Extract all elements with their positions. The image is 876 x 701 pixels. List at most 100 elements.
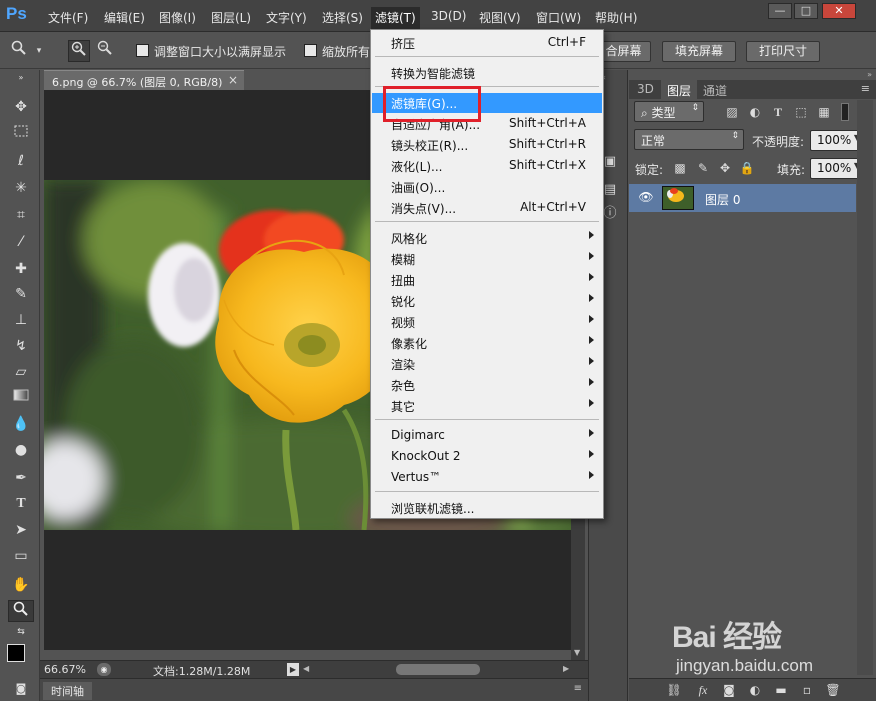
horizontal-scrollbar-thumb[interactable] — [396, 664, 480, 675]
menu-item-browse-filters-online[interactable]: 浏览联机滤镜... — [372, 498, 602, 518]
menu-3d[interactable]: 3D(D) — [431, 9, 466, 27]
fill-input[interactable]: 100% ▼ — [810, 158, 864, 179]
quick-mask-icon[interactable]: ◙ — [8, 678, 34, 700]
tab-close-icon[interactable]: × — [228, 73, 238, 87]
add-mask-icon[interactable]: ◙ — [721, 682, 737, 698]
collapse-panel-icon[interactable]: » — [867, 70, 872, 79]
tab-channels[interactable]: 通道 — [697, 80, 733, 99]
type-tool-icon[interactable]: T — [8, 493, 34, 515]
document-tab[interactable]: 6.png @ 66.7% (图层 0, RGB/8) × — [44, 70, 244, 90]
toolbox-collapse-icon[interactable]: » — [8, 74, 34, 82]
healing-brush-tool-icon[interactable]: ✚ — [8, 258, 34, 280]
brush-tool-icon[interactable]: ✎ — [8, 283, 34, 305]
filter-toggle-switch[interactable] — [841, 103, 849, 121]
menu-layer[interactable]: 图层(L) — [211, 9, 251, 27]
tab-layers[interactable]: 图层 — [661, 80, 698, 99]
eraser-tool-icon[interactable]: ▱ — [8, 361, 34, 383]
filter-adjustment-icon[interactable]: ◐ — [747, 104, 763, 120]
menu-item-distort[interactable]: 扭曲 — [372, 270, 602, 290]
zoom-tool-preset-icon[interactable] — [8, 40, 30, 62]
menu-item-knockout[interactable]: KnockOut 2 — [372, 447, 602, 467]
history-brush-tool-icon[interactable]: ↯ — [8, 335, 34, 357]
menu-item-digimarc[interactable]: Digimarc — [372, 426, 602, 446]
adjustment-layer-icon[interactable]: ◐ — [747, 682, 763, 698]
scroll-down-icon[interactable]: ▼ — [574, 648, 580, 657]
scroll-right-icon[interactable]: ▶ — [563, 664, 569, 673]
menu-item-stylize[interactable]: 风格化 — [372, 228, 602, 248]
zoom-in-icon[interactable] — [68, 40, 90, 62]
layer-style-icon[interactable]: fx — [695, 682, 711, 698]
menu-item-other[interactable]: 其它 — [372, 396, 602, 416]
opacity-input[interactable]: 100% ▼ — [810, 130, 864, 151]
new-group-icon[interactable]: ▬ — [773, 682, 789, 698]
menu-image[interactable]: 图像(I) — [159, 9, 196, 27]
maximize-button[interactable]: □ — [794, 3, 818, 19]
foreground-color-swatch[interactable] — [7, 644, 25, 662]
menu-item-pixelate[interactable]: 像素化 — [372, 333, 602, 353]
layer-name[interactable]: 图层 0 — [705, 191, 740, 208]
lock-image-icon[interactable]: ✎ — [695, 160, 711, 176]
resize-windows-checkbox[interactable] — [136, 44, 149, 57]
menu-item-vertus[interactable]: Vertus™ — [372, 468, 602, 488]
menu-item-vanishing-point[interactable]: 消失点(V)... Alt+Ctrl+V — [372, 198, 602, 218]
menu-filter[interactable]: 滤镜(T) — [371, 7, 420, 29]
menu-type[interactable]: 文字(Y) — [266, 9, 307, 27]
tab-3d[interactable]: 3D — [631, 80, 660, 99]
blur-tool-icon[interactable]: 💧 — [8, 413, 34, 435]
dodge-tool-icon[interactable]: ● — [8, 439, 34, 461]
timeline-tab[interactable]: 时间轴 — [43, 682, 92, 700]
lock-all-icon[interactable]: 🔒 — [739, 160, 755, 176]
zoom-level[interactable]: 66.67% — [44, 663, 86, 676]
chevron-down-icon[interactable]: ▾ — [28, 40, 50, 62]
zoom-tool-icon[interactable] — [8, 600, 34, 622]
gradient-tool-icon[interactable] — [8, 387, 34, 409]
panel-menu-icon[interactable]: ≡ — [574, 683, 582, 694]
status-menu-arrow-icon[interactable]: ▶ — [287, 663, 299, 676]
menu-item-render[interactable]: 渲染 — [372, 354, 602, 374]
delete-layer-icon[interactable]: 🗑 — [825, 682, 841, 698]
close-button[interactable]: ✕ — [822, 3, 856, 19]
crop-tool-icon[interactable]: ⌗ — [8, 204, 34, 226]
swap-colors-icon[interactable]: ⇆ — [8, 626, 34, 638]
clone-stamp-tool-icon[interactable]: ⊥ — [8, 309, 34, 331]
eyedropper-tool-icon[interactable]: ⁄ — [8, 231, 34, 253]
path-selection-tool-icon[interactable]: ➤ — [8, 519, 34, 541]
fit-screen-button[interactable]: 合屏幕 — [596, 41, 651, 62]
new-layer-icon[interactable]: ▫ — [799, 682, 815, 698]
menu-item-liquify[interactable]: 液化(L)... Shift+Ctrl+X — [372, 156, 602, 176]
pen-tool-icon[interactable]: ✒ — [8, 467, 34, 489]
lock-transparent-icon[interactable]: ▩ — [672, 160, 688, 176]
filter-type-icon[interactable]: T — [770, 104, 786, 120]
marquee-tool-icon[interactable] — [8, 123, 34, 145]
menu-item-sharpen[interactable]: 锐化 — [372, 291, 602, 311]
menu-select[interactable]: 选择(S) — [322, 9, 363, 27]
link-layers-icon[interactable]: ⛓ — [666, 682, 682, 698]
menu-window[interactable]: 窗口(W) — [536, 9, 581, 27]
menu-file[interactable]: 文件(F) — [48, 9, 88, 27]
zoom-out-icon[interactable] — [94, 40, 116, 62]
scroll-left-icon[interactable]: ◀ — [303, 664, 309, 673]
move-tool-icon[interactable]: ✥ — [8, 96, 34, 118]
menu-item-oil-paint[interactable]: 油画(O)... — [372, 177, 602, 197]
hand-tool-icon[interactable]: ✋ — [8, 574, 34, 596]
blend-mode-select[interactable]: 正常 ⇕ — [634, 129, 744, 150]
menu-item-convert-smart-filters[interactable]: 转换为智能滤镜 — [372, 63, 602, 83]
menu-item-lens-correction[interactable]: 镜头校正(R)... Shift+Ctrl+R — [372, 135, 602, 155]
lasso-tool-icon[interactable]: ℓ — [8, 150, 34, 172]
menu-item-blur[interactable]: 模糊 — [372, 249, 602, 269]
menu-item-pinch[interactable]: 挤压 Ctrl+F — [372, 33, 602, 53]
layers-vertical-scrollbar[interactable] — [857, 100, 873, 675]
filter-kind-select[interactable]: ⌕ 类型 ⇕ — [634, 101, 704, 122]
menu-item-noise[interactable]: 杂色 — [372, 375, 602, 395]
zoom-all-checkbox[interactable] — [304, 44, 317, 57]
filter-smart-object-icon[interactable]: ▦ — [816, 104, 832, 120]
menu-view[interactable]: 视图(V) — [479, 9, 521, 27]
menu-edit[interactable]: 编辑(E) — [104, 9, 145, 27]
visibility-eye-icon[interactable]: 👁 — [637, 190, 655, 206]
minimize-button[interactable]: — — [768, 3, 792, 19]
print-size-button[interactable]: 打印尺寸 — [746, 41, 820, 62]
status-info-icon[interactable]: ◉ — [97, 663, 111, 676]
rectangle-tool-icon[interactable]: ▭ — [8, 545, 34, 567]
panel-menu-icon[interactable]: ≡ — [861, 82, 870, 95]
menu-item-video[interactable]: 视频 — [372, 312, 602, 332]
